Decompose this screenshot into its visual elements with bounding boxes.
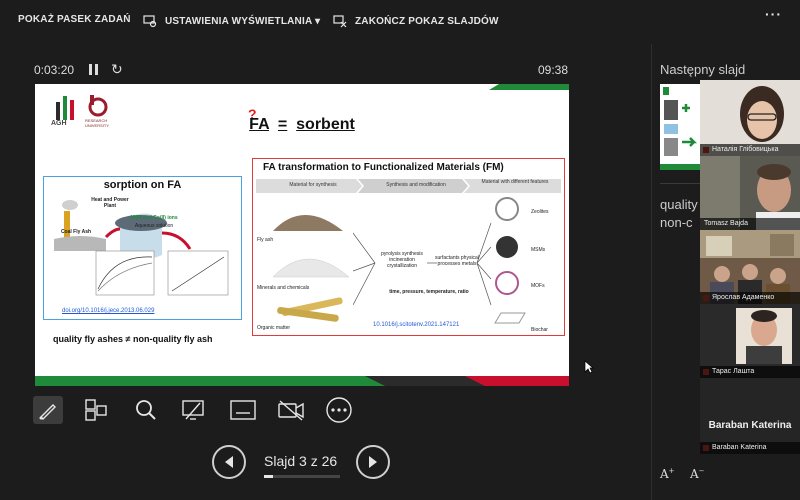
- participant-name: Baraban Katerina: [700, 442, 800, 454]
- display-settings-button[interactable]: USTAWIENIA WYŚWIETLANIA ▾: [143, 14, 320, 28]
- restart-icon: ↻: [111, 61, 123, 77]
- sorption-doi-link[interactable]: doi.org/10.1016/j.jece.2013.06.029: [62, 308, 154, 314]
- research-university-logo-icon: [88, 95, 108, 117]
- pen-icon: [39, 404, 56, 420]
- coal-fly-ash-label: Coal Fly Ash: [141, 199, 173, 205]
- participant-name: Ярослав Адаменко: [700, 292, 800, 304]
- mouse-cursor-icon: [584, 360, 594, 374]
- next-slide-button[interactable]: [356, 445, 390, 479]
- next-slide-label: Następny slajd: [660, 62, 746, 77]
- output-msms: MSMs: [531, 247, 546, 253]
- slides-grid-icon: [85, 399, 107, 421]
- sorption-title: sorption on FA: [103, 179, 182, 191]
- coal-ash-label: Coal Fly Ash: [60, 229, 92, 235]
- previous-slide-button[interactable]: [212, 445, 246, 479]
- end-show-button[interactable]: ZAKOŃCZ POKAZ SLAJDÓW: [333, 14, 499, 28]
- top-toolbar: POKAŻ PASEK ZADAŃ USTAWIENIA WYŚWIETLANI…: [0, 0, 800, 44]
- slide-bottom-stripe: [35, 376, 569, 386]
- restart-timer-button[interactable]: ↻: [111, 61, 123, 78]
- increase-font-icon: A: [660, 467, 669, 481]
- step1-label: Material for synthesis: [289, 182, 337, 188]
- fm-transformation-box: FA transformation to Functionalized Mate…: [252, 158, 565, 336]
- participant-tile[interactable]: Tomasz Bajda: [700, 156, 800, 230]
- fm-doi-link[interactable]: 10.1016/j.scitotenv.2021.147121: [373, 322, 459, 328]
- camera-off-icon: [278, 400, 304, 421]
- participant-placeholder-name: Baraban Katerina: [708, 420, 792, 431]
- zoom-button[interactable]: [131, 396, 161, 424]
- source-materials-images: [273, 215, 350, 322]
- title-sorbent: sorbent: [296, 116, 355, 133]
- subtitles-icon: [230, 400, 256, 420]
- source-minerals: Minerals and chemicals: [257, 285, 310, 291]
- step2-label: Synthesis and modification: [386, 182, 446, 188]
- display-settings-label: USTAWIENIA WYŚWIETLANIA ▾: [165, 15, 321, 27]
- slide-counter: Slajd 3 z 26: [264, 453, 338, 469]
- slide-title: FA = sorbent: [35, 116, 569, 134]
- slide-progress-bar: [264, 475, 340, 478]
- ions-label: Ni(II) and Co(II) ions: [130, 215, 178, 221]
- title-fa: FA: [249, 116, 270, 133]
- output-mofs: MOFs: [531, 283, 545, 289]
- more-tools-button[interactable]: [324, 396, 354, 424]
- elapsed-timer: 0:03:20: [34, 63, 75, 77]
- output-biochar: Biochar: [531, 327, 548, 333]
- slideshow-presenter-view: POKAŻ PASEK ZADAŃ USTAWIENIA WYŚWIETLANI…: [0, 0, 800, 500]
- participant-tile[interactable]: Наталія Глібовицька: [700, 80, 800, 156]
- fm-title: FA transformation to Functionalized Mate…: [263, 162, 504, 173]
- increase-font-button[interactable]: A+: [660, 467, 675, 481]
- current-slide[interactable]: AGH RESEARCH UNIVERSITY ? FA = sorbent s…: [35, 84, 569, 386]
- notes-separator: [660, 183, 700, 184]
- slide-progress-fill: [264, 475, 273, 478]
- participant-tile[interactable]: Ярослав Адаменко: [700, 230, 800, 304]
- see-all-slides-button[interactable]: [81, 396, 111, 424]
- output-zeolites: Zeolites: [531, 209, 549, 215]
- end-show-icon: [333, 15, 347, 28]
- laser-pointer-icon: [182, 400, 204, 420]
- pause-timer-button[interactable]: [89, 64, 98, 75]
- more-options-icon: [326, 397, 352, 423]
- slide-top-stripe: [489, 84, 569, 90]
- subtitles-button[interactable]: [228, 396, 258, 424]
- panel-divider: [651, 44, 652, 500]
- notes-line-2: non-c: [660, 215, 693, 230]
- solution-label: Aqueous solution: [134, 223, 174, 229]
- heat-plant-label: Heat and Power Plant: [91, 197, 129, 209]
- step3-label: Material with different features: [481, 179, 549, 185]
- sorption-plots: [95, 250, 229, 296]
- display-settings-icon: [143, 15, 157, 28]
- next-arrow-icon: [369, 456, 377, 468]
- previous-arrow-icon: [225, 456, 233, 468]
- source-organic: Organic matter: [257, 325, 291, 331]
- show-taskbar-button[interactable]: POKAŻ PASEK ZADAŃ: [18, 14, 131, 25]
- search-icon: [136, 400, 156, 420]
- process-synthesis: pyrolysis synthesis incineration crystal…: [381, 251, 423, 269]
- source-fly-ash: Fly ash: [257, 237, 274, 243]
- quality-note: quality fly ashes ≠ non-quality fly ash: [53, 334, 213, 344]
- taskbar-label: POKAŻ PASEK ZADAŃ: [18, 14, 131, 25]
- process-modification: surfactants physical processes metals: [435, 255, 479, 267]
- notes-line-1: quality: [660, 197, 698, 212]
- output-materials-images: [494, 197, 526, 324]
- more-options-button[interactable]: ···: [765, 6, 782, 22]
- pointer-options-button[interactable]: [178, 396, 208, 424]
- participant-tile[interactable]: Тарас Лашта: [700, 304, 800, 378]
- end-show-label: ZAKOŃCZ POKAZ SLAJDÓW: [355, 15, 499, 27]
- process-conditions: time, pressure, temperature, ratio: [389, 289, 469, 295]
- decrease-font-button[interactable]: A−: [690, 467, 705, 481]
- participant-name: Тарас Лашта: [700, 366, 800, 378]
- pen-tool-button[interactable]: [33, 396, 63, 424]
- decrease-font-icon: A: [690, 467, 699, 481]
- sorption-box: sorption on FA Heat and Power Plant Coal…: [43, 176, 242, 320]
- participant-tile[interactable]: Baraban Katerina Baraban Katerina: [700, 378, 800, 454]
- current-time: 09:38: [538, 63, 569, 77]
- participant-name: Наталія Глібовицька: [700, 144, 800, 156]
- participant-name: Tomasz Bajda: [700, 218, 800, 230]
- speaker-notes: quality non-c: [660, 196, 698, 232]
- camera-toggle-button[interactable]: [276, 396, 306, 424]
- title-op: =: [277, 116, 288, 133]
